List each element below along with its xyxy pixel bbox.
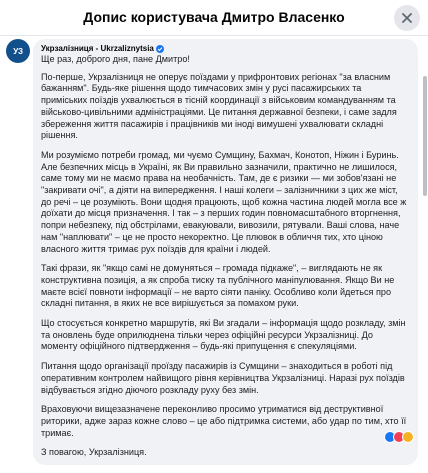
comment-paragraph: Ще раз, доброго дня, пане Дмитро! (41, 54, 190, 64)
comment-paragraph: Що стосується конкретно маршрутів, які В… (41, 318, 406, 352)
close-icon (402, 13, 412, 23)
comment-author[interactable]: Укрзалізниця - Ukrzaliznytsia (41, 44, 154, 53)
comment-paragraph: По-перше, Укрзалізниця не оперує поїздам… (41, 71, 397, 141)
dialog-header: Допис користувача Дмитро Власенко (0, 0, 428, 36)
comment-bubble: Укрзалізниця - Ukrzaliznytsia Ще раз, до… (33, 39, 418, 466)
comment-paragraph: Такі фрази, як "якщо самі не домуняться … (41, 263, 395, 309)
comment-text: Ще раз, доброго дня, пане Дмитро! По-пер… (41, 54, 410, 459)
reactions-summary[interactable] (384, 431, 414, 443)
post-content: УЗ Укрзалізниця - Ukrzaliznytsia Ще раз,… (0, 36, 428, 473)
comment-paragraph: Ми розуміємо потреби громад, ми чуємо Су… (41, 149, 407, 254)
haha-reaction-icon (402, 431, 414, 443)
comment-paragraph: Враховуючи вищезазначене переконливо про… (41, 404, 407, 438)
comment-paragraph: З повагою, Укрзалізниця. (41, 447, 147, 458)
comment-paragraph: Питання щодо організації проїзду пасажир… (41, 361, 405, 395)
avatar-logo-text: УЗ (13, 46, 23, 56)
close-button[interactable] (394, 5, 420, 31)
scrollbar[interactable] (423, 76, 427, 196)
verified-badge-icon (155, 44, 164, 53)
avatar[interactable]: УЗ (6, 39, 30, 63)
comment-author-row: Укрзалізниця - Ukrzaliznytsia (41, 43, 410, 54)
dialog-title: Допис користувача Дмитро Власенко (83, 9, 345, 25)
